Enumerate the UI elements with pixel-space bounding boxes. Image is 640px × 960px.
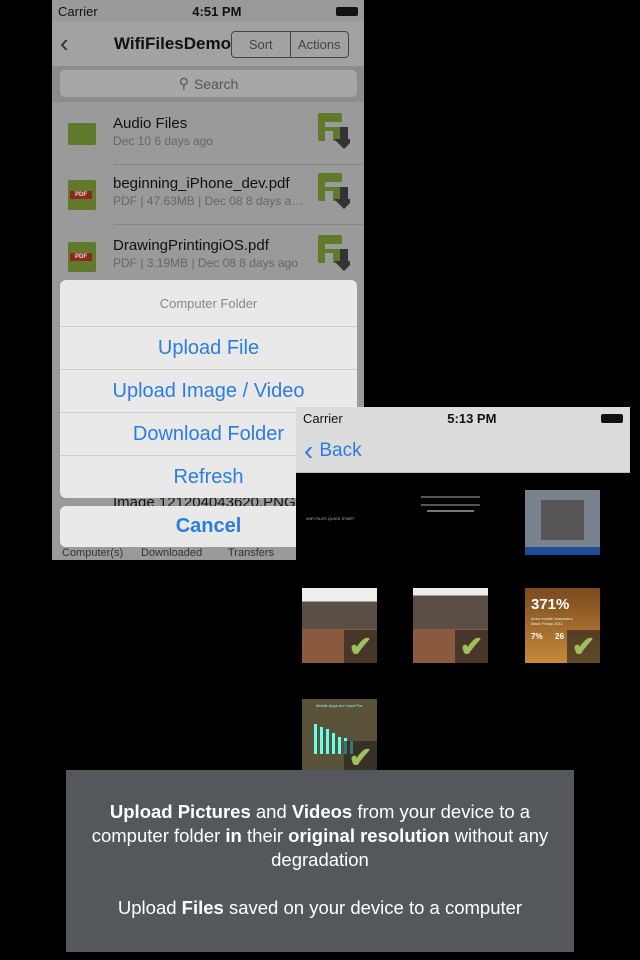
pdf-file-icon: PDF bbox=[68, 180, 96, 210]
file-meta: PDF | 3.19MB | Dec 08 8 days ago bbox=[113, 256, 298, 270]
caption-bold-text: Files bbox=[181, 897, 224, 918]
download-icon[interactable] bbox=[318, 113, 350, 149]
back-chevron-icon[interactable]: ‹ bbox=[60, 28, 69, 59]
tab-bar: Computer(s) Downloaded Transfers bbox=[52, 547, 364, 559]
check-icon: ✔ bbox=[455, 630, 488, 663]
divider bbox=[113, 224, 364, 225]
file-name: Audio Files bbox=[113, 115, 188, 132]
page-title: WifiFilesDemo bbox=[114, 34, 231, 53]
file-name: DrawingPrintingiOS.pdf bbox=[113, 237, 269, 254]
pdf-badge: PDF bbox=[70, 253, 92, 261]
thumb-text: 26 bbox=[555, 632, 564, 641]
file-meta: PDF | 47.63MB | Dec 08 8 days a… bbox=[113, 194, 304, 208]
thumbnail[interactable] bbox=[413, 490, 488, 565]
sort-button[interactable]: Sort bbox=[232, 32, 290, 57]
thumb-text: Mobile Apps Are Used For bbox=[316, 703, 363, 708]
battery-icon bbox=[336, 6, 358, 16]
network-folder-icon bbox=[68, 123, 96, 145]
clock: 5:13 PM bbox=[447, 411, 497, 426]
upload-file-button[interactable]: Upload File bbox=[60, 327, 357, 370]
caption-bold-text: original resolution bbox=[288, 825, 450, 846]
nav-bar: ‹ WifiFilesDemo Sort Actions bbox=[52, 22, 364, 66]
tab-downloaded[interactable]: Downloaded bbox=[141, 547, 202, 559]
search-input[interactable]: ⚲ Search bbox=[60, 70, 357, 97]
check-icon: ✔ bbox=[344, 630, 377, 663]
download-icon[interactable] bbox=[318, 173, 350, 209]
actions-button[interactable]: Actions bbox=[289, 32, 349, 57]
caption-text: Upload bbox=[117, 897, 182, 918]
search-bar: ⚲ Search bbox=[52, 66, 364, 102]
caption-text: and bbox=[250, 801, 292, 822]
thumbnail[interactable] bbox=[525, 490, 600, 555]
caption-bold-text: in bbox=[225, 825, 242, 846]
pdf-badge: PDF bbox=[70, 191, 92, 199]
caption-bold-text: Upload Pictures bbox=[109, 801, 251, 822]
action-sheet-title: Computer Folder bbox=[60, 280, 357, 327]
carrier: Carrier bbox=[303, 411, 343, 426]
search-icon: ⚲ bbox=[178, 75, 189, 91]
thumbnail[interactable]: Mobile Apps Are Used For ✔ bbox=[302, 699, 377, 770]
thumb-text: 371% bbox=[531, 596, 570, 613]
check-icon: ✔ bbox=[344, 741, 377, 770]
thumbnail[interactable]: ✔ bbox=[413, 588, 488, 663]
back-chevron-icon: ‹ bbox=[304, 435, 314, 466]
caption-bold-text: Videos bbox=[291, 801, 353, 822]
battery-icon bbox=[601, 414, 623, 423]
back-label: Back bbox=[319, 440, 362, 461]
file-name: beginning_iPhone_dev.pdf bbox=[113, 175, 290, 192]
promo-caption: Upload Pictures and Videos from your dev… bbox=[66, 770, 574, 952]
caption-line-2: Upload Files saved on your device to a c… bbox=[84, 896, 556, 920]
search-placeholder: Search bbox=[193, 75, 239, 92]
image-picker-screen: Carrier 5:13 PM ‹ Back WIFI FILES QUICK S… bbox=[296, 407, 630, 770]
tab-transfers[interactable]: Transfers bbox=[228, 547, 274, 559]
file-row[interactable]: Audio Files Dec 10 6 days ago bbox=[52, 105, 364, 165]
download-icon[interactable] bbox=[318, 235, 350, 271]
status-bar: Carrier 4:51 PM bbox=[52, 0, 364, 22]
check-icon: ✔ bbox=[567, 630, 600, 663]
caption-text: their bbox=[241, 825, 289, 846]
thumb-text: WIFI FILES QUICK START bbox=[306, 516, 355, 521]
pdf-file-icon: PDF bbox=[68, 242, 96, 272]
thumbnail[interactable]: ✔ bbox=[302, 588, 377, 663]
carrier: Carrier bbox=[58, 3, 98, 19]
sort-actions-segment: Sort Actions bbox=[231, 31, 349, 58]
clock: 4:51 PM bbox=[192, 3, 242, 19]
file-row[interactable]: PDF beginning_iPhone_dev.pdf PDF | 47.63MB… bbox=[52, 165, 364, 225]
thumbnail[interactable]: 371% more mobile customers Black Friday … bbox=[525, 588, 600, 663]
thumb-text: 7% bbox=[531, 632, 543, 641]
back-button[interactable]: ‹ Back bbox=[296, 430, 630, 473]
status-bar: Carrier 5:13 PM bbox=[296, 407, 630, 430]
caption-text: saved on your device to a computer bbox=[223, 897, 523, 918]
file-row[interactable]: PDF DrawingPrintingiOS.pdf PDF | 3.19MB | … bbox=[52, 227, 364, 287]
thumb-text: more mobile customers Black Friday 2011 bbox=[531, 616, 573, 626]
caption-line-1: Upload Pictures and Videos from your dev… bbox=[84, 800, 556, 872]
file-meta: Dec 10 6 days ago bbox=[113, 134, 214, 148]
tab-computers[interactable]: Computer(s) bbox=[62, 547, 123, 559]
